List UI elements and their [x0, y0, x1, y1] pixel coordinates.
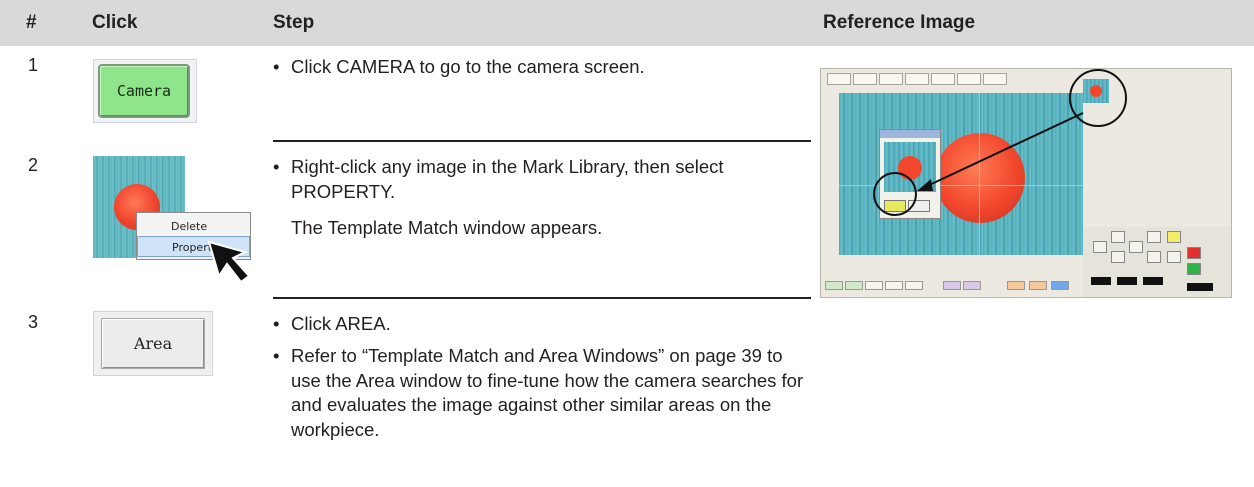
row-3-bullet-1-text: Click AREA.	[291, 313, 391, 334]
area-button[interactable]: Area	[101, 318, 205, 369]
bullet-dot: •	[273, 313, 280, 334]
row-3-bullet-1: • Click AREA.	[273, 312, 811, 337]
header-step: Step	[273, 12, 315, 33]
row-1-number: 1	[28, 55, 39, 75]
bullet-dot: •	[273, 156, 280, 177]
row-1-bullet-text: Click CAMERA to go to the camera screen.	[291, 56, 645, 77]
header-reference-image: Reference Image	[823, 12, 976, 33]
row-2-bullet-text: Right-click any image in the Mark Librar…	[291, 156, 724, 202]
reference-image	[820, 68, 1232, 298]
arrow-icon	[917, 112, 1084, 191]
row-2-note: The Template Match window appears.	[291, 217, 603, 238]
row-3-bullet-2-text: Refer to “Template Match and Area Window…	[291, 345, 804, 440]
camera-button[interactable]: Camera	[98, 64, 190, 118]
bullet-dot: •	[273, 345, 280, 366]
row-2-number: 2	[28, 155, 39, 175]
bullet-dot: •	[273, 56, 280, 77]
camera-button-frame[interactable]: Camera	[93, 59, 197, 123]
area-button-frame[interactable]: Area	[93, 311, 213, 376]
row-1-bullet: • Click CAMERA to go to the camera scree…	[273, 55, 791, 80]
header-click: Click	[92, 12, 138, 33]
row-3-bullet-2: • Refer to “Template Match and Area Wind…	[273, 344, 811, 442]
table-header: # Click Step Reference Image	[0, 0, 1254, 46]
row-divider-2	[273, 297, 811, 299]
header-number: #	[26, 12, 37, 33]
mouse-cursor-icon	[207, 240, 251, 284]
row-2-bullet: • Right-click any image in the Mark Libr…	[273, 155, 811, 204]
row-divider-1	[273, 140, 811, 142]
menu-item-delete[interactable]: Delete	[137, 216, 250, 237]
row-3-number: 3	[28, 312, 39, 332]
